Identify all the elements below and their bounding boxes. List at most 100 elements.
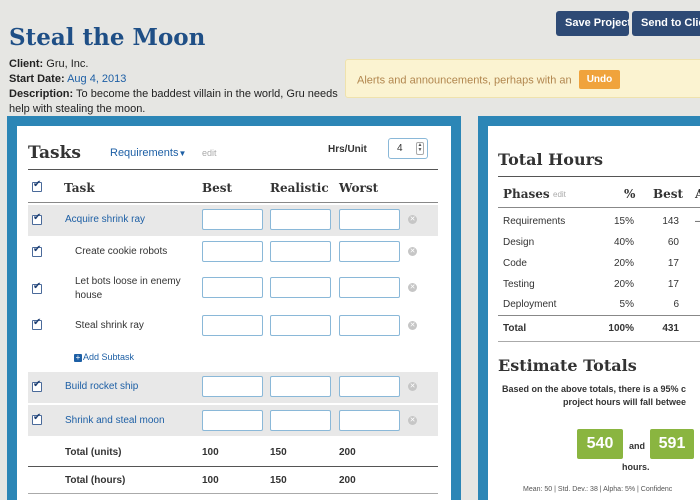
header-divider [28,169,438,170]
phase-name: Requirements [503,216,566,227]
worst-input[interactable] [339,277,400,298]
worst-input[interactable] [339,315,400,336]
phase-dropdown[interactable]: Requirements▼ [110,147,186,159]
total-units-best: 100 [202,447,219,458]
remove-icon[interactable]: ✕ [408,215,417,224]
remove-icon[interactable]: ✕ [408,283,417,292]
phase-name: Code [503,258,527,269]
col-header-task: Task [64,181,95,195]
phase-pct: 15% [613,216,634,227]
subtask-row: Let bots loose in enemy house ✕ [28,269,438,309]
phase-pct: 20% [613,258,634,269]
subtask-label[interactable]: Let bots loose in enemy house [75,275,195,303]
total-units-worst: 200 [339,447,356,458]
phase-best: 17 [667,279,679,290]
phases-total-divider [498,315,700,316]
column-header-divider [28,202,438,203]
task-checkbox[interactable] [32,212,42,225]
alert-text: Alerts and announcements, perhaps with a… [357,74,572,87]
select-all-checkbox[interactable] [32,179,42,192]
task-label[interactable]: Shrink and steal moon [65,414,165,428]
worst-input[interactable] [339,209,400,230]
task-label[interactable]: Acquire shrink ray [65,213,145,227]
total-units-realistic: 150 [270,447,287,458]
phase-total-name: Total [503,323,527,334]
totals-divider [28,466,438,467]
edit-phase-link[interactable]: edit [202,148,217,158]
start-date-value[interactable]: Aug 4, 2013 [67,73,126,85]
best-input[interactable] [202,241,263,262]
task-checkbox[interactable] [32,379,42,392]
col-header-worst: Worst [339,181,379,195]
description-label: Description: [9,88,74,100]
estimate-stats: Mean: 50 | Std. Dev.: 38 | Alpha: 5% | C… [523,486,673,493]
phase-pct: 20% [613,279,634,290]
hrs-unit-label: Hrs/Unit [328,144,367,155]
estimate-totals-title: Estimate Totals [498,356,637,375]
phase-pct: 40% [613,237,634,248]
estimate-low-badge: 540 [577,429,623,459]
task-checkbox[interactable] [32,281,42,294]
phase-pct: 5% [619,299,634,310]
send-to-client-button[interactable]: Send to Client [632,11,700,36]
best-input[interactable] [202,277,263,298]
remove-icon[interactable]: ✕ [408,321,417,330]
undo-button[interactable]: Undo [578,70,621,89]
realistic-input[interactable] [270,209,331,230]
realistic-input[interactable] [270,376,331,397]
total-hours-divider [498,176,700,177]
remove-icon[interactable]: ✕ [408,247,417,256]
plus-icon: + [74,353,82,362]
start-date-label: Start Date: [9,73,65,85]
best-header: Best [653,187,684,201]
task-checkbox[interactable] [32,244,42,257]
worst-input[interactable] [339,376,400,397]
subtask-label[interactable]: Create cookie robots [75,245,167,259]
worst-input[interactable] [339,410,400,431]
phases-header-divider [498,207,700,208]
phase-name: Design [503,237,535,248]
realistic-input[interactable] [270,277,331,298]
phases-header: Phases [503,187,550,201]
tasks-panel: Tasks Requirements▼ edit Hrs/Unit 4 ▲▼ T… [17,126,451,500]
remove-icon[interactable]: ✕ [408,382,417,391]
worst-input[interactable] [339,241,400,262]
edit-phases-link[interactable]: edit [553,190,566,199]
tasks-title: Tasks [28,143,81,163]
best-input[interactable] [202,209,263,230]
add-subtask-label: Add Subtask [83,352,135,362]
hrs-unit-input[interactable]: 4 ▲ ▼ [388,138,428,159]
realistic-input[interactable] [270,241,331,262]
task-row: Shrink and steal moon ✕ [28,405,438,436]
col-header-best: Best [202,181,233,195]
subtask-label[interactable]: Steal shrink ray [75,319,144,333]
add-subtask-link[interactable]: + Add Subtask [74,352,134,362]
phase-total-pct: 100% [608,323,634,334]
save-project-button[interactable]: Save Project [556,11,629,36]
task-checkbox[interactable] [32,317,42,330]
remove-icon[interactable]: ✕ [408,416,417,425]
best-input[interactable] [202,376,263,397]
realistic-input[interactable] [270,410,331,431]
client-value: Gru, Inc. [46,58,89,70]
phase-best: 17 [667,258,679,269]
bottom-divider [28,493,438,494]
phase-total-best: 431 [662,323,679,334]
col-header-realistic: Realistic [270,181,329,195]
phase-name: Testing [503,279,535,290]
and-label: and [629,441,646,451]
task-row: Build rocket ship ✕ [28,372,438,403]
phase-next-col: – [695,216,700,227]
best-input[interactable] [202,315,263,336]
spinner-icon[interactable]: ▲ ▼ [416,142,424,155]
phase-name: Deployment [503,299,557,310]
subtask-row: Create cookie robots ✕ [28,237,438,268]
best-input[interactable] [202,410,263,431]
task-label[interactable]: Build rocket ship [65,380,138,394]
caret-down-icon: ▼ [178,149,187,158]
task-row: Acquire shrink ray ✕ [28,205,438,236]
phase-best: 6 [673,299,679,310]
realistic-input[interactable] [270,315,331,336]
task-checkbox[interactable] [32,412,42,425]
client-label: Client: [9,58,44,70]
